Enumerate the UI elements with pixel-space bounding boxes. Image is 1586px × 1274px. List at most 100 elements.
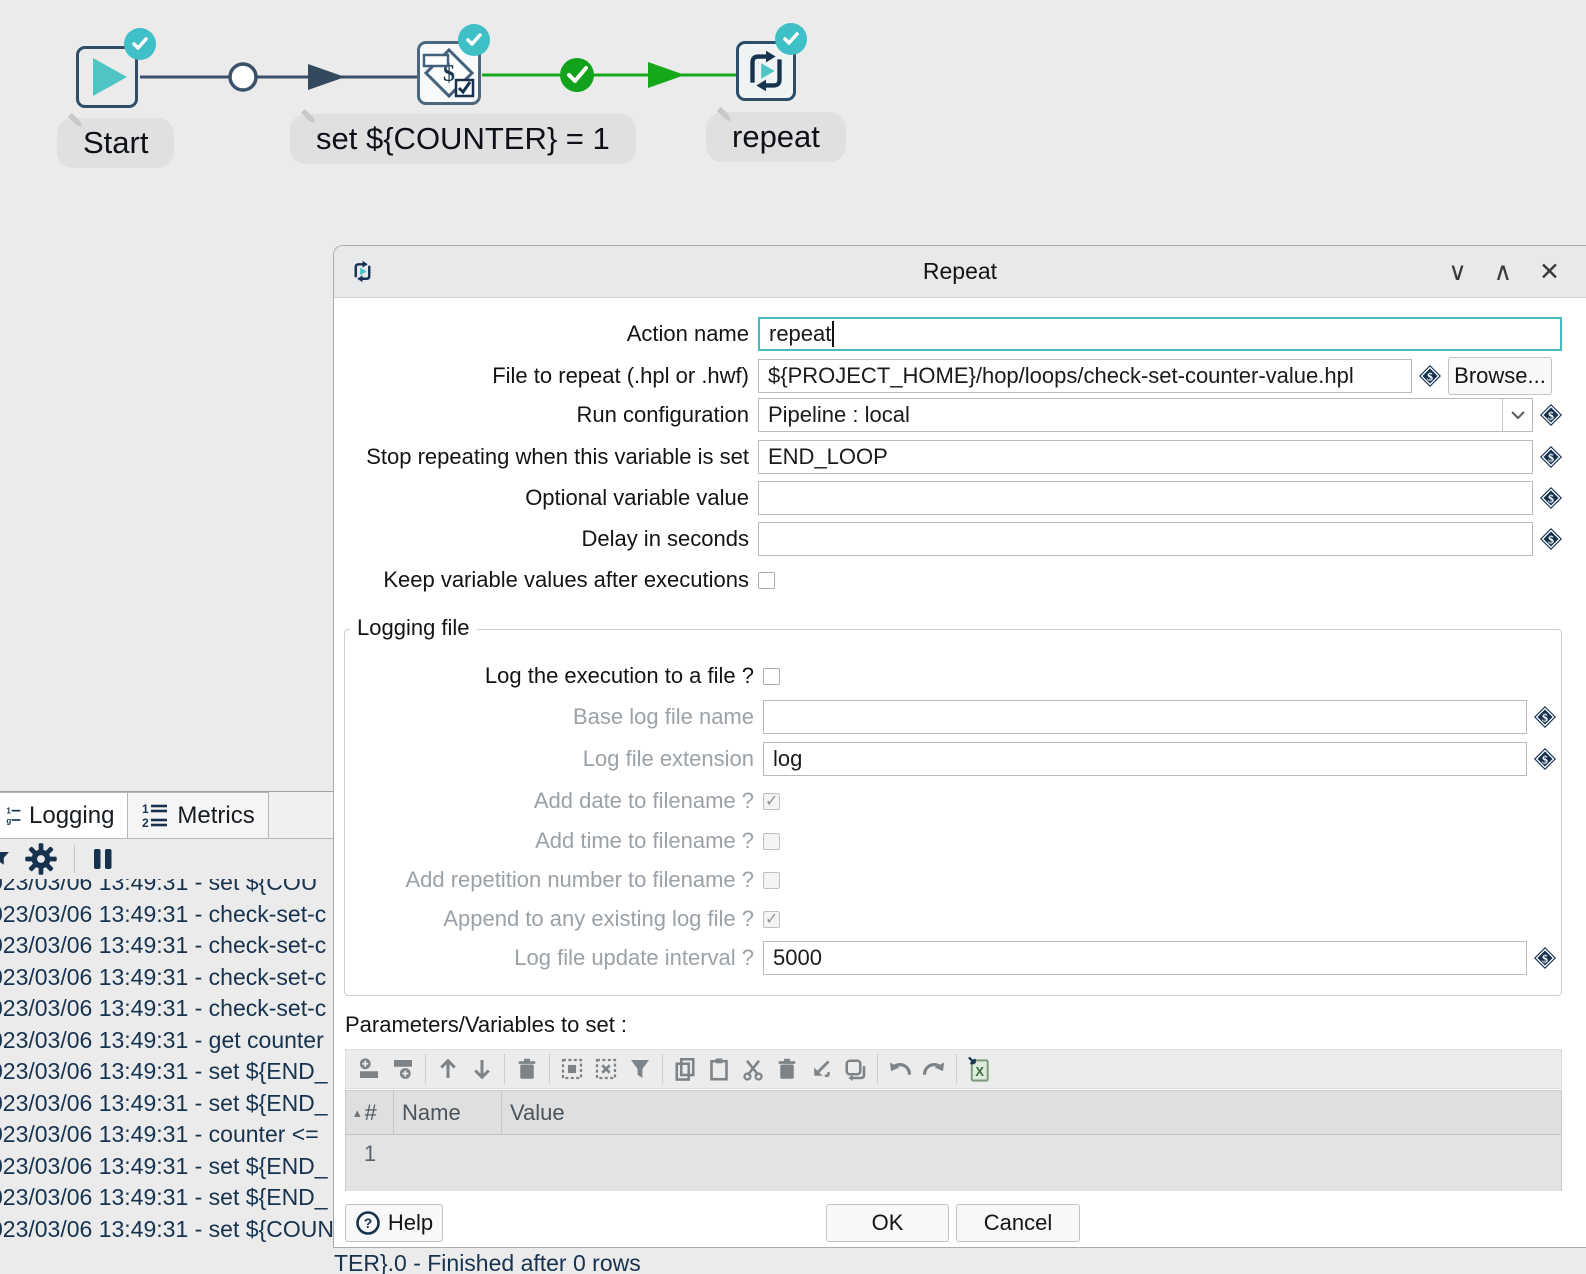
hop-arrow-icon	[308, 64, 345, 90]
close-icon[interactable]: ✕	[1539, 246, 1560, 298]
add-date-label: Add date to filename ?	[334, 788, 763, 814]
log-line: 023/03/06 13:49:31 - set ${COUN	[0, 1214, 333, 1246]
variable-icon[interactable]: $	[1419, 365, 1441, 387]
help-button[interactable]: ? Help	[345, 1204, 443, 1242]
svg-text:$: $	[1548, 409, 1554, 423]
log-line: 023/03/06 13:49:31 - check-set-c	[0, 993, 333, 1025]
chevron-down-icon[interactable]: ∨	[1448, 246, 1466, 298]
update-interval-input[interactable]: 5000	[763, 941, 1527, 975]
parameters-table: ▴# Name Value 1	[345, 1090, 1562, 1191]
action-name-label: Action name	[334, 321, 758, 347]
base-log-name-input[interactable]	[763, 700, 1527, 734]
select-all-rows-icon[interactable]	[555, 1052, 589, 1086]
log-lines: 023/03/06 13:49:31 - set ${COU 023/03/06…	[0, 867, 333, 1245]
keep-values-checkbox[interactable]	[758, 572, 775, 589]
parameters-toolbar: X	[345, 1049, 1562, 1089]
delay-label: Delay in seconds	[334, 526, 758, 552]
tab-label: Logging	[29, 802, 114, 830]
log-extension-value: log	[773, 746, 802, 772]
delay-input[interactable]	[758, 522, 1533, 556]
log-to-file-checkbox[interactable]	[763, 668, 780, 685]
duplicate-row-icon[interactable]	[838, 1052, 872, 1086]
append-log-checkbox[interactable]	[763, 911, 780, 928]
tab-metrics[interactable]: 1 2 Metrics	[128, 792, 268, 838]
delete-rows-icon[interactable]	[510, 1052, 544, 1086]
stop-variable-input[interactable]: END_LOOP	[758, 440, 1533, 474]
update-interval-value: 5000	[773, 945, 822, 971]
optional-value-label: Optional variable value	[334, 485, 758, 511]
pause-log-icon[interactable]	[91, 846, 115, 872]
cancel-button[interactable]: Cancel	[956, 1204, 1080, 1242]
variable-icon[interactable]: $	[1540, 404, 1562, 426]
svg-text:$: $	[1427, 370, 1433, 384]
node-label-start[interactable]: Start	[57, 118, 174, 168]
stop-variable-value: END_LOOP	[768, 444, 888, 470]
base-log-name-label: Base log file name	[334, 704, 763, 730]
log-tabbar: 1 g Logging 1 2 Metrics	[0, 792, 333, 839]
insert-row-after-icon[interactable]	[386, 1052, 420, 1086]
node-status-check-icon	[124, 28, 156, 60]
move-rows-down-icon[interactable]	[465, 1052, 499, 1086]
node-label-set-counter[interactable]: set ${COUNTER} = 1	[290, 114, 636, 164]
add-repetition-checkbox[interactable]	[763, 872, 780, 889]
node-label-repeat[interactable]: repeat	[706, 112, 846, 162]
delete-selected-rows-icon[interactable]	[770, 1052, 804, 1086]
add-time-checkbox[interactable]	[763, 833, 780, 850]
undo-icon[interactable]	[883, 1052, 917, 1086]
toolbar-separator	[956, 1054, 957, 1084]
add-repetition-label: Add repetition number to filename ?	[334, 867, 763, 893]
optional-value-input[interactable]	[758, 481, 1533, 515]
action-name-input[interactable]: repeat	[758, 317, 1562, 351]
text-cursor	[832, 321, 834, 347]
column-header-name[interactable]: Name	[394, 1091, 502, 1134]
log-line: 023/03/06 13:49:31 - get counter	[0, 1025, 333, 1057]
svg-text:$: $	[1542, 711, 1548, 725]
filter-rows-icon[interactable]	[623, 1052, 657, 1086]
paste-rows-icon[interactable]	[702, 1052, 736, 1086]
toolbar-separator	[74, 845, 75, 873]
log-toolbar	[0, 839, 333, 879]
sort-asc-icon: ▴	[354, 1105, 361, 1121]
browse-button[interactable]: Browse...	[1448, 357, 1552, 395]
hop-condition-circle[interactable]	[230, 64, 256, 90]
variable-icon[interactable]: $	[1540, 528, 1562, 550]
keep-selected-rows-icon[interactable]	[804, 1052, 838, 1086]
log-extension-input[interactable]: log	[763, 742, 1527, 776]
ok-button[interactable]: OK	[826, 1204, 949, 1242]
log-settings-gear-icon[interactable]	[24, 842, 58, 876]
row-number[interactable]: 1	[346, 1135, 394, 1191]
node-label-text: Start	[83, 125, 148, 161]
dialog-titlebar[interactable]: Repeat ∨ ∧ ✕	[334, 246, 1586, 298]
toolbar-separator	[662, 1054, 663, 1084]
file-to-repeat-input[interactable]: ${PROJECT_HOME}/hop/loops/check-set-coun…	[758, 359, 1412, 393]
metrics-icon: 1 2	[141, 802, 169, 830]
column-header-value[interactable]: Value	[502, 1091, 1561, 1134]
clear-selection-icon[interactable]	[589, 1052, 623, 1086]
add-date-checkbox[interactable]	[763, 793, 780, 810]
add-time-label: Add time to filename ?	[334, 828, 763, 854]
copy-rows-icon[interactable]	[668, 1052, 702, 1086]
move-rows-up-icon[interactable]	[431, 1052, 465, 1086]
run-configuration-combo[interactable]: Pipeline : local	[758, 398, 1533, 432]
svg-text:g: g	[6, 816, 11, 825]
log-line: 023/03/06 13:49:31 - set ${END_	[0, 1088, 333, 1120]
chevron-up-icon[interactable]: ∧	[1494, 246, 1512, 298]
cut-rows-icon[interactable]	[736, 1052, 770, 1086]
redo-icon[interactable]	[917, 1052, 951, 1086]
variable-icon[interactable]: $	[1534, 748, 1556, 770]
tab-logging[interactable]: 1 g Logging	[0, 792, 128, 838]
toolbar-separator	[425, 1054, 426, 1084]
column-header-num[interactable]: ▴#	[346, 1091, 394, 1134]
log-line: 023/03/06 13:49:31 - set ${END_	[0, 1182, 333, 1214]
tab-label: Metrics	[177, 802, 254, 830]
variable-icon[interactable]: $	[1534, 706, 1556, 728]
combo-dropdown-button[interactable]	[1502, 399, 1532, 431]
filter-log-icon[interactable]	[0, 848, 14, 870]
run-configuration-value: Pipeline : local	[768, 402, 910, 428]
variable-icon[interactable]: $	[1534, 947, 1556, 969]
variable-icon[interactable]: $	[1540, 446, 1562, 468]
logging-icon: 1 g	[5, 801, 21, 831]
insert-row-before-icon[interactable]	[352, 1052, 386, 1086]
copy-to-excel-icon[interactable]: X	[962, 1052, 996, 1086]
variable-icon[interactable]: $	[1540, 487, 1562, 509]
